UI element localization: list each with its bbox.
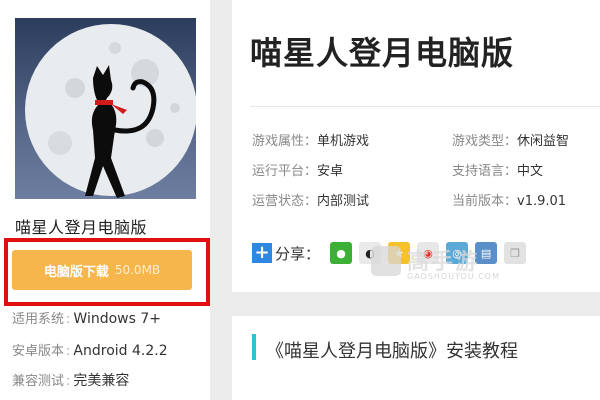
info-key: 安卓版本 (12, 344, 65, 359)
info-value: 完美兼容 (73, 373, 130, 389)
pc-download-button[interactable]: 电脑版下载 50.0MB (12, 250, 192, 290)
info-key: 兼容测试 (12, 374, 65, 389)
divider (250, 106, 600, 107)
watermark-subtext: GAOSHOUYOU.COM (407, 272, 501, 281)
info-row-system: 适用系统: Windows 7+ (12, 311, 161, 327)
attr-value: 休闲益智 (517, 134, 570, 149)
game-cover-image[interactable] (15, 18, 196, 199)
attr-game-property: 游戏属性：单机游戏 (252, 134, 370, 149)
attr-platform: 运行平台：安卓 (252, 164, 344, 179)
info-key: 适用系统 (12, 312, 65, 327)
info-row-android: 安卓版本: Android 4.2.2 (12, 343, 168, 359)
copy-icon[interactable]: ❐ (504, 242, 527, 264)
tutorial-title[interactable]: 《喵星人登月电脑版》安装教程 (266, 337, 518, 363)
section-accent-bar (252, 334, 256, 360)
attr-value: v1.9.01 (517, 194, 567, 209)
download-size: 50.0MB (114, 263, 161, 277)
attr-version: 当前版本：v1.9.01 (452, 194, 567, 209)
attr-value: 单机游戏 (317, 134, 370, 149)
attr-value: 中文 (517, 164, 544, 179)
info-value: Android 4.2.2 (73, 343, 168, 359)
watermark-logo-icon (371, 246, 401, 276)
attr-value: 内部测试 (317, 194, 370, 209)
attr-value: 安卓 (317, 164, 344, 179)
info-value: Windows 7+ (73, 311, 161, 327)
attr-status: 运营状态：内部测试 (252, 194, 370, 209)
info-row-compat: 兼容测试: 完美兼容 (12, 373, 130, 389)
cat-on-moon-illustration (25, 24, 196, 198)
download-label: 电脑版下载 (43, 264, 109, 280)
wechat-icon[interactable]: ● (330, 242, 353, 264)
attr-language: 支持语言：中文 (452, 164, 544, 179)
share-plus-icon[interactable]: + (252, 243, 272, 263)
game-name: 喵星人登月电脑版 (15, 218, 148, 237)
game-sidebar-card: 喵星人登月电脑版 电脑版下载 50.0MB 适用系统: Windows 7+ 安卓… (0, 0, 210, 400)
page-title: 喵星人登月电脑版 (250, 34, 515, 72)
site-watermark: 高手游 GAOSHOUYOU.COM (371, 242, 501, 288)
attr-game-type: 游戏类型：休闲益智 (452, 134, 570, 149)
share-label: 分享： (275, 244, 321, 263)
tutorial-section: 《喵星人登月电脑版》安装教程 (232, 316, 600, 400)
